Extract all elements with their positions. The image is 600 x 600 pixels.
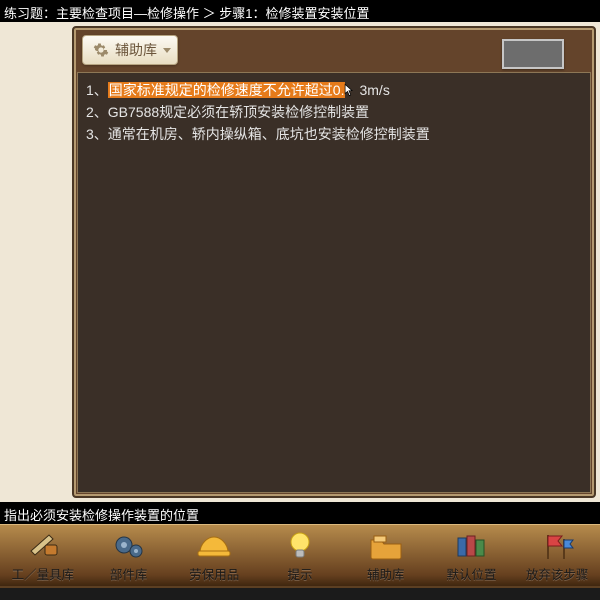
auxiliary-library-tab[interactable]: 辅助库	[82, 35, 178, 65]
content-pane: 1、国家标准规定的检修速度不允许超过0. 3m/s 2、GB7588规定必须在轿顶…	[77, 72, 591, 493]
content-line-1: 1、国家标准规定的检修速度不允许超过0. 3m/s	[86, 79, 582, 101]
tab-label: 辅助库	[115, 40, 157, 60]
content-line-2: 2、GB7588规定必须在轿顶安装检修控制装置	[86, 101, 582, 123]
toolbar-label: 劳保用品	[189, 564, 239, 583]
hardhat-icon	[196, 530, 232, 562]
toolbar-label: 默认位置	[446, 564, 496, 583]
line1-prefix: 1、	[86, 82, 108, 98]
cursor-icon	[343, 81, 357, 95]
highlighted-text[interactable]: 国家标准规定的检修速度不允许超过0.	[108, 82, 346, 98]
instruction-bar: 指出必须安装检修操作装置的位置	[0, 502, 600, 524]
toolbar-label: 部件库	[110, 564, 148, 583]
title-text: 练习题：主要检查项目—检修操作 ＞ 步骤1：检修装置安装位置	[4, 6, 369, 21]
main-area: 辅助库 1、国家标准规定的检修速度不允许超过0. 3m/s 2、GB7588规定必…	[0, 22, 600, 502]
tool-aux-library[interactable]: 辅助库	[343, 530, 429, 583]
tool-hint[interactable]: 提示	[257, 530, 343, 583]
toolbar-label: 放弃该步骤	[526, 564, 589, 583]
content-line-3: 3、通常在机房、轿内操纵箱、底坑也安装检修控制装置	[86, 123, 582, 145]
lightbulb-icon	[282, 530, 318, 562]
instruction-text: 指出必须安装检修操作装置的位置	[4, 508, 199, 523]
toolbar-label: 辅助库	[367, 564, 405, 583]
toolbar-label: 提示	[288, 564, 313, 583]
folder-icon	[368, 530, 404, 562]
gears-icon	[111, 530, 147, 562]
chevron-down-icon	[163, 48, 171, 53]
line1-suffix: 3m/s	[359, 82, 389, 98]
tool-abandon-step[interactable]: 放弃该步骤	[514, 530, 600, 583]
gear-icon	[93, 42, 109, 58]
tool-ppe[interactable]: 劳保用品	[171, 530, 257, 583]
tool-parts-library[interactable]: 部件库	[86, 530, 172, 583]
tools-icon	[25, 530, 61, 562]
title-bar: 练习题：主要检查项目—检修操作 ＞ 步骤1：检修装置安装位置	[0, 0, 600, 22]
flags-icon	[539, 530, 575, 562]
decor-rect	[502, 39, 564, 69]
books-icon	[453, 530, 489, 562]
bottom-strip	[0, 586, 600, 600]
tool-default-position[interactable]: 默认位置	[429, 530, 515, 583]
toolbar: 工／量具库 部件库 劳保用品 提示 辅助库 默认位置 放弃该步骤	[0, 524, 600, 586]
toolbar-label: 工／量具库	[12, 564, 75, 583]
tool-measure-library[interactable]: 工／量具库	[0, 530, 86, 583]
